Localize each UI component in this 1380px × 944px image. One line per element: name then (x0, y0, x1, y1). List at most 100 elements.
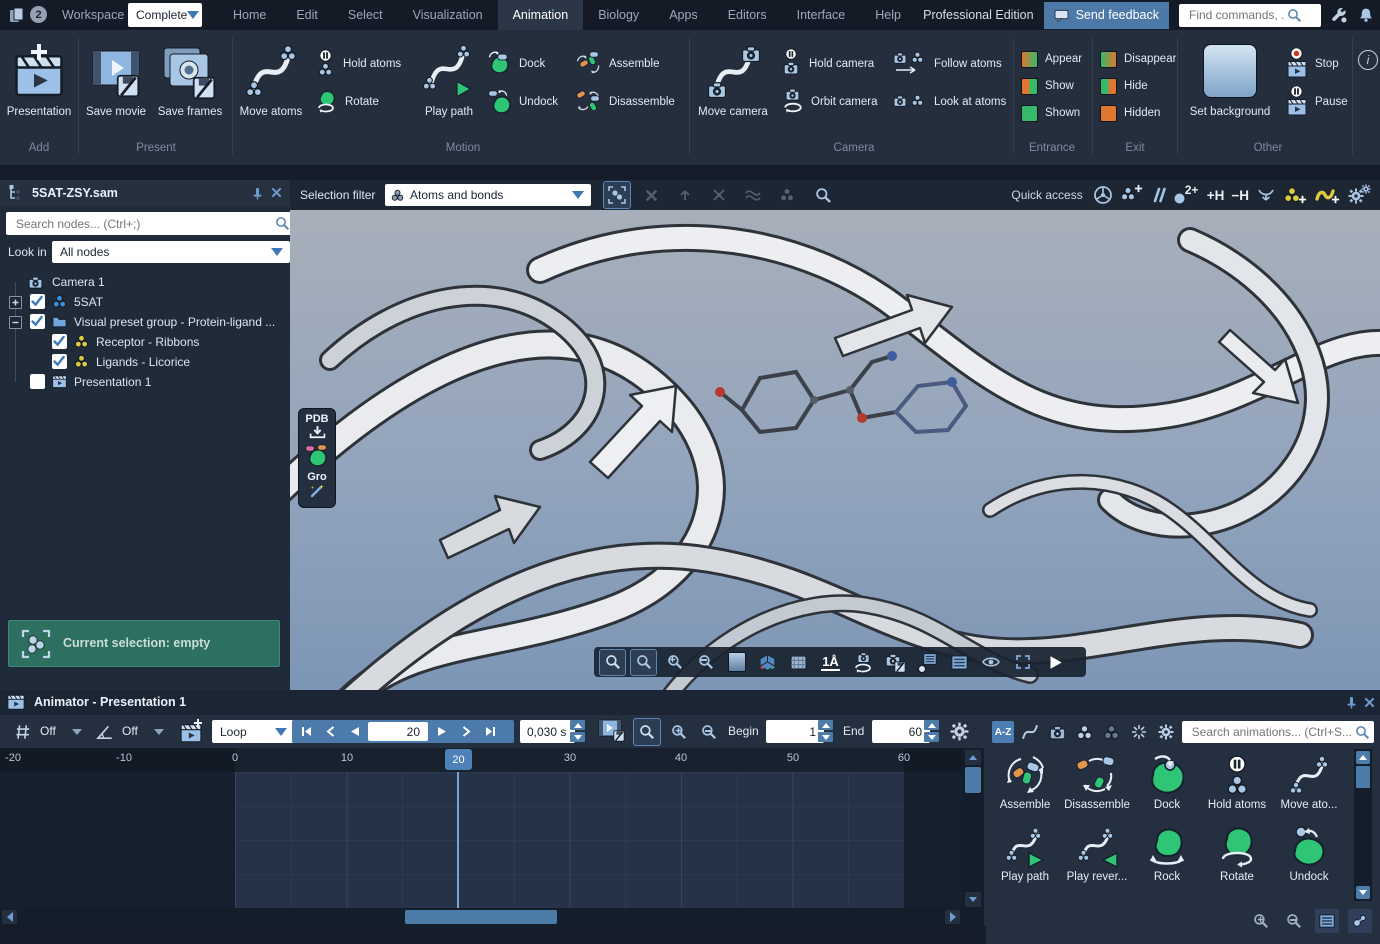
snapshot-button[interactable] (882, 650, 908, 675)
tree-item-receptor-ribbons[interactable]: Receptor - Ribbons (0, 332, 290, 352)
select-visible-button[interactable] (604, 182, 630, 208)
menu-home[interactable]: Home (218, 0, 281, 30)
scale-indicator-button[interactable]: 1Å (817, 650, 844, 675)
tree-item-ligands-licorice[interactable]: Ligands - Licorice (0, 352, 290, 372)
playhead-line[interactable] (457, 772, 459, 908)
tree-item-visual-preset-group[interactable]: Visual preset group - Protein-ligand ... (0, 312, 290, 332)
play-forward-button[interactable] (430, 720, 454, 744)
sort-az-button[interactable]: A-Z (992, 721, 1014, 743)
presentation-button[interactable]: Presentation (4, 44, 74, 118)
angle-snap-value[interactable]: Off (122, 724, 138, 738)
selection-filter-select[interactable]: Atoms and bonds (385, 184, 591, 206)
filter-effects-button[interactable] (1127, 721, 1149, 743)
look-at-atoms-button[interactable]: Look at atoms (893, 90, 1006, 114)
save-movie-button[interactable]: Save movie (84, 44, 148, 118)
scroll-up-button[interactable] (1356, 751, 1370, 764)
preset-rock[interactable]: Rock (1132, 825, 1202, 883)
move-atoms-button[interactable]: Move atoms (238, 44, 304, 118)
filter-groups-button[interactable] (1100, 721, 1122, 743)
current-frame-marker[interactable]: 20 (445, 749, 472, 770)
orbit-camera-button[interactable]: Orbit camera (782, 90, 877, 114)
grid-snap-icon[interactable] (14, 723, 32, 741)
timeline-zoom-tool-button[interactable] (634, 719, 660, 745)
preset-undock[interactable]: Undock (1274, 825, 1344, 883)
scroll-left-button[interactable] (2, 910, 17, 924)
info-button[interactable]: i (1358, 50, 1378, 70)
preset-hold-atoms[interactable]: Hold atoms (1202, 753, 1272, 811)
scroll-up-button[interactable] (965, 750, 981, 765)
move-camera-button[interactable]: Move camera (696, 44, 770, 118)
begin-spinner[interactable] (818, 720, 833, 742)
turntable-camera-button[interactable] (850, 650, 876, 675)
animator-settings-gear-icon[interactable] (950, 722, 969, 741)
preset-play-reverse[interactable]: Play rever... (1062, 825, 1132, 883)
zoom-tool-button[interactable] (600, 650, 625, 675)
search-icon[interactable] (275, 216, 290, 231)
grid-snap-value[interactable]: Off (40, 724, 56, 738)
library-scrollbar[interactable] (1354, 749, 1372, 901)
list-view-button[interactable] (1315, 909, 1339, 933)
pin-icon[interactable] (1344, 695, 1358, 709)
hide-button[interactable]: Hide (1100, 74, 1148, 98)
group-selection-button[interactable] (774, 182, 800, 208)
visibility-checkbox[interactable] (30, 294, 45, 309)
hscroll-thumb[interactable] (405, 910, 557, 924)
visibility-checkbox[interactable] (52, 334, 67, 349)
search-icon[interactable] (1287, 8, 1302, 23)
end-spinner[interactable] (924, 720, 939, 742)
remove-hydrogens-button[interactable]: −H (1231, 188, 1249, 203)
menu-animation[interactable]: Animation (498, 0, 584, 30)
chevron-down-icon[interactable] (154, 729, 164, 735)
skip-to-end-button[interactable] (478, 720, 502, 744)
minimize-arrow-icon[interactable] (1256, 187, 1276, 203)
shown-button[interactable]: Shown (1021, 101, 1080, 125)
undock-button[interactable]: Undock (488, 90, 558, 114)
preset-move-atoms[interactable]: Move ato... (1274, 753, 1344, 811)
chevron-down-icon[interactable] (72, 729, 82, 735)
edit-keyframes-button[interactable] (598, 719, 626, 745)
library-settings-button[interactable] (1155, 721, 1177, 743)
expand-icon[interactable] (9, 296, 22, 309)
follow-atoms-button[interactable]: Follow atoms (893, 52, 1002, 76)
menu-editors[interactable]: Editors (713, 0, 782, 30)
preferences-wrench-icon[interactable] (1331, 7, 1348, 24)
zoom-region-button[interactable] (631, 650, 656, 675)
label-button[interactable] (914, 650, 940, 675)
close-icon[interactable] (270, 186, 283, 199)
scroll-down-button[interactable] (965, 892, 981, 907)
menu-edit[interactable]: Edit (281, 0, 333, 30)
notification-badge[interactable]: 2 (30, 6, 47, 23)
pause-button[interactable]: Pause (1286, 90, 1348, 114)
tree-item-camera-1[interactable]: Camera 1 (0, 272, 290, 292)
library-zoom-in-button[interactable] (1249, 909, 1273, 933)
select-similar-button[interactable] (740, 182, 766, 208)
density-map-button[interactable] (786, 650, 811, 675)
disassemble-button[interactable]: Disassemble (576, 90, 675, 114)
zoom-in-button[interactable] (662, 650, 687, 675)
zoom-selection-button[interactable] (810, 182, 836, 208)
visibility-checkbox[interactable] (30, 314, 45, 329)
filter-paths-button[interactable] (1019, 721, 1041, 743)
current-frame-field[interactable]: 20 (368, 722, 428, 741)
background-toggle-button[interactable] (724, 650, 749, 675)
preset-assemble[interactable]: Assemble (990, 753, 1060, 811)
angle-snap-icon[interactable] (96, 724, 114, 740)
gromacs-wizard-button[interactable]: Gro (299, 471, 335, 499)
info-panel-button[interactable] (946, 650, 972, 675)
workspace-select[interactable]: Complete (128, 3, 202, 27)
end-field[interactable]: 60 (872, 720, 930, 743)
expand-selection-button[interactable] (706, 182, 732, 208)
orientation-cube-button[interactable] (755, 650, 780, 675)
timeline-vscrollbar[interactable] (962, 748, 984, 926)
timeline-grid[interactable] (0, 772, 962, 908)
menu-help[interactable]: Help (860, 0, 916, 30)
add-presentation-button[interactable] (180, 719, 206, 745)
show-button[interactable]: Show (1021, 74, 1074, 98)
scroll-right-button[interactable] (945, 910, 960, 924)
tree-item-5sat[interactable]: 5SAT (0, 292, 290, 312)
pin-icon[interactable] (250, 186, 264, 200)
find-commands-input[interactable] (1187, 7, 1287, 23)
add-atom-icon[interactable] (1120, 184, 1144, 206)
add-hydrogens-button[interactable]: +H (1207, 188, 1225, 203)
hidden-button[interactable]: Hidden (1100, 101, 1160, 125)
